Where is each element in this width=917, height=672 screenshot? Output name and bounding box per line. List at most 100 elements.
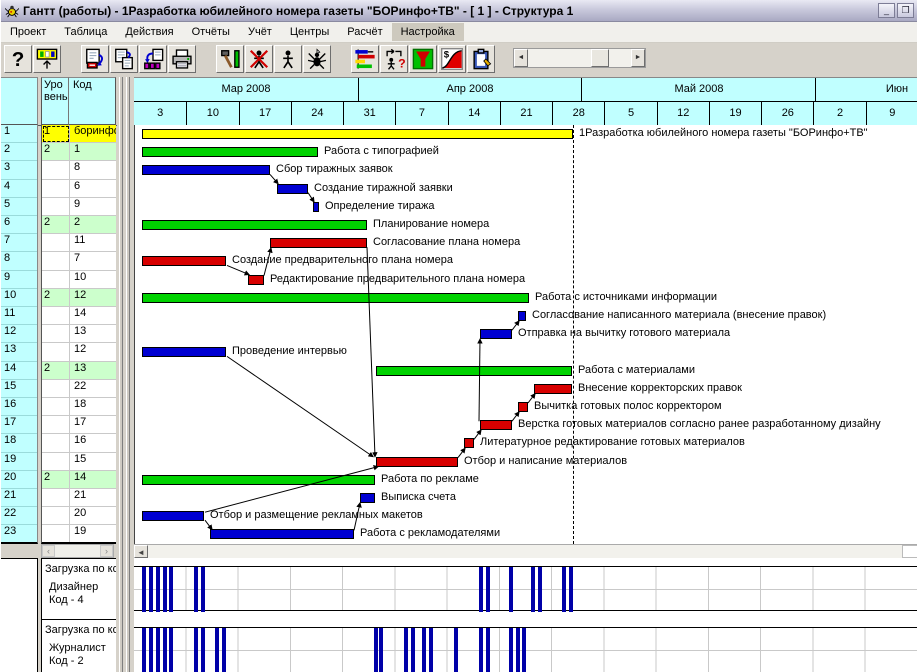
table-cell-level[interactable]: 2 (42, 288, 70, 307)
table-cell-level[interactable] (42, 161, 70, 180)
gantt-task-bar[interactable] (142, 165, 270, 176)
gantt-task-bar[interactable] (142, 511, 204, 522)
gantt-task-bar[interactable] (142, 220, 367, 230)
gantt-task-bar[interactable] (480, 329, 512, 340)
menu-item-проект[interactable]: Проект (1, 23, 55, 41)
reassign-button[interactable]: ? (380, 45, 408, 73)
row-number-cell[interactable]: 9 (1, 270, 37, 289)
clipboard-button[interactable] (467, 45, 495, 73)
table-cell-code[interactable]: 8 (70, 161, 116, 180)
copy-doc-button[interactable] (110, 45, 138, 73)
gantt-task-bar[interactable] (518, 402, 528, 412)
remove-activity-button[interactable] (245, 45, 273, 73)
table-cell-code[interactable]: 13 (70, 325, 116, 344)
menu-item-центры[interactable]: Центры (281, 23, 338, 41)
table-cell-code[interactable]: 16 (70, 434, 116, 453)
table-cell-level[interactable] (42, 434, 70, 453)
table-cell-level[interactable] (42, 398, 70, 417)
scroll-right-icon[interactable]: › (100, 545, 113, 557)
table-cell-level[interactable] (42, 379, 70, 398)
table-cell-code[interactable]: 14 (70, 470, 116, 489)
table-cell-code[interactable]: 15 (70, 452, 116, 471)
cost-curve-button[interactable]: $ (438, 45, 466, 73)
gantt-colors-button[interactable] (351, 45, 379, 73)
row-number-cell[interactable]: 14 (1, 361, 37, 380)
scroll-left-icon[interactable]: ◄ (134, 545, 148, 558)
table-cell-level[interactable] (42, 270, 70, 289)
table-cell-code[interactable]: 18 (70, 398, 116, 417)
table-cell-code[interactable]: боринфо (70, 125, 116, 144)
row-number-cell[interactable]: 16 (1, 398, 37, 417)
table-cell-code[interactable]: 22 (70, 379, 116, 398)
gantt-task-bar[interactable] (376, 456, 458, 467)
table-cell-code[interactable]: 21 (70, 489, 116, 508)
copy-form-button[interactable] (81, 45, 109, 73)
table-cell-code[interactable]: 11 (70, 234, 116, 253)
row-number-cell[interactable]: 11 (1, 307, 37, 326)
table-cell-code[interactable]: 10 (70, 270, 116, 289)
table-cell-level[interactable]: 1 (42, 125, 70, 144)
gantt-task-bar[interactable] (360, 493, 375, 503)
gantt-task-bar[interactable] (142, 256, 226, 267)
row-number-cell[interactable]: 3 (1, 161, 37, 180)
table-cell-level[interactable] (42, 452, 70, 471)
gantt-task-bar[interactable] (142, 147, 318, 158)
menu-item-учёт[interactable]: Учёт (239, 23, 281, 41)
table-cell-code[interactable]: 17 (70, 416, 116, 435)
table-cell-code[interactable]: 14 (70, 307, 116, 326)
scrollbar-thumb[interactable] (902, 545, 917, 558)
structure-button[interactable] (33, 45, 61, 73)
table-cell-code[interactable]: 13 (70, 361, 116, 380)
scroll-right-icon[interactable]: ► (631, 49, 645, 67)
table-hscrollbar[interactable]: ‹ › (41, 544, 114, 558)
table-cell-code[interactable]: 6 (70, 179, 116, 198)
gantt-task-bar[interactable] (480, 420, 512, 431)
row-number-cell[interactable]: 10 (1, 288, 37, 307)
activity-button[interactable] (274, 45, 302, 73)
spider-button[interactable] (303, 45, 331, 73)
gantt-task-bar[interactable] (277, 183, 308, 194)
table-cell-code[interactable]: 20 (70, 507, 116, 526)
menu-item-отчёты[interactable]: Отчёты (183, 23, 239, 41)
table-cell-code[interactable]: 2 (70, 216, 116, 235)
table-cell-level[interactable] (42, 307, 70, 326)
menu-item-действия[interactable]: Действия (116, 23, 182, 41)
scroll-left-icon[interactable]: ‹ (42, 545, 55, 557)
gantt-task-bar[interactable] (376, 365, 572, 376)
gantt-hscrollbar[interactable]: ◄ (134, 544, 917, 558)
table-cell-level[interactable] (42, 234, 70, 253)
row-number-cell[interactable]: 13 (1, 343, 37, 362)
menu-item-таблица[interactable]: Таблица (55, 23, 116, 41)
row-number-cell[interactable]: 23 (1, 525, 37, 542)
gantt-task-bar[interactable] (464, 438, 474, 449)
table-cell-level[interactable] (42, 489, 70, 508)
help-button[interactable]: ? (4, 45, 32, 73)
table-cell-level[interactable] (42, 179, 70, 198)
gantt-task-bar[interactable] (142, 292, 529, 303)
row-number-cell[interactable]: 7 (1, 234, 37, 253)
print-button[interactable] (168, 45, 196, 73)
maximize-button[interactable]: ❐ (897, 3, 914, 18)
table-cell-code[interactable]: 9 (70, 197, 116, 216)
table-cell-level[interactable]: 2 (42, 361, 70, 380)
row-number-cell[interactable]: 15 (1, 379, 37, 398)
row-number-cell[interactable]: 21 (1, 489, 37, 508)
row-number-cell[interactable]: 8 (1, 252, 37, 271)
menu-item-настройка[interactable]: Настройка (391, 23, 464, 41)
row-number-cell[interactable]: 19 (1, 452, 37, 471)
table-cell-level[interactable]: 2 (42, 470, 70, 489)
gantt-task-bar[interactable] (518, 311, 526, 321)
menu-item-расчёт[interactable]: Расчёт (338, 23, 391, 41)
row-number-cell[interactable]: 17 (1, 416, 37, 435)
row-number-cell[interactable]: 22 (1, 507, 37, 526)
row-number-cell[interactable]: 1 (1, 125, 37, 144)
table-cell-level[interactable] (42, 197, 70, 216)
row-number-cell[interactable]: 5 (1, 197, 37, 216)
table-cell-level[interactable]: 2 (42, 143, 70, 162)
table-cell-code[interactable]: 12 (70, 343, 116, 362)
minimize-button[interactable]: _ (878, 3, 895, 18)
row-number-cell[interactable]: 12 (1, 325, 37, 344)
import-doc-button[interactable] (139, 45, 167, 73)
table-cell-level[interactable] (42, 252, 70, 271)
row-number-cell[interactable]: 4 (1, 179, 37, 198)
